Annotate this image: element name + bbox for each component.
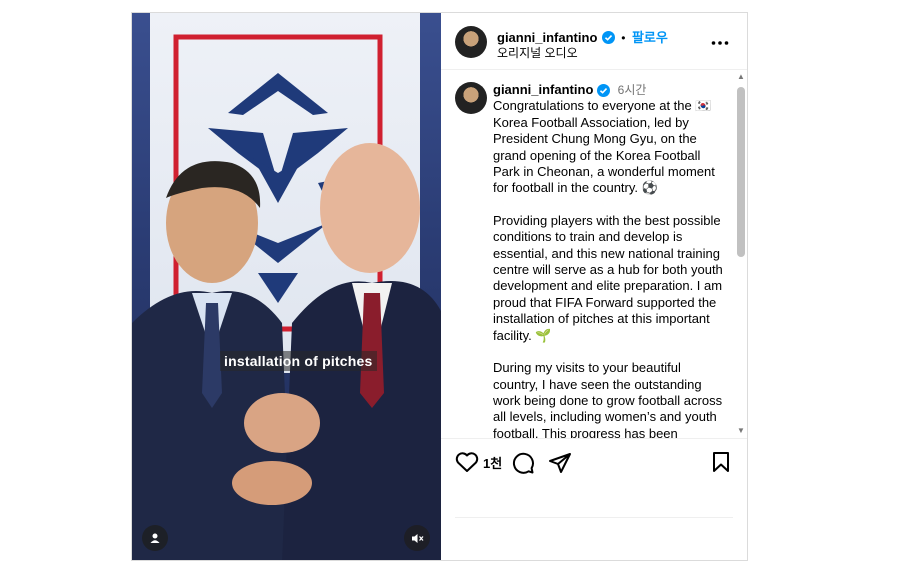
share-icon: [549, 453, 571, 473]
audio-label[interactable]: 오리지널 오디오: [497, 44, 578, 61]
comment-icon: [512, 452, 534, 474]
more-horizontal-icon: [711, 41, 729, 45]
actions-divider: [455, 517, 733, 518]
separator-dot: •: [621, 31, 626, 45]
like-group: 1천: [455, 451, 502, 473]
caption-username[interactable]: gianni_infantino: [493, 82, 593, 97]
volume-muted-icon: [411, 533, 423, 543]
bookmark-icon: [713, 452, 729, 472]
verified-badge-icon: [601, 31, 615, 45]
follow-button[interactable]: 팔로우: [632, 30, 668, 45]
person-icon: [150, 533, 160, 543]
header-username[interactable]: gianni_infantino: [497, 30, 597, 45]
verified-badge-icon: [597, 84, 611, 98]
post-media[interactable]: installation of pitches: [132, 13, 441, 560]
caption-header: gianni_infantino 6시간: [493, 82, 725, 98]
caption-scrollbar[interactable]: ▲ ▼: [737, 73, 745, 435]
profile-tag-button[interactable]: [142, 525, 168, 551]
comment-button[interactable]: [511, 451, 535, 475]
save-button[interactable]: [711, 451, 731, 473]
media-overlay-text: installation of pitches: [220, 351, 377, 371]
scroll-down-arrow-icon[interactable]: ▼: [737, 427, 745, 435]
caption-body: gianni_infantino 6시간 Congratulations to …: [493, 82, 725, 438]
share-button[interactable]: [548, 451, 572, 475]
scrollbar-thumb[interactable]: [737, 87, 745, 257]
heart-icon[interactable]: [455, 451, 479, 473]
caption-paragraph-3: During my visits to your beautiful count…: [493, 360, 726, 438]
scroll-up-arrow-icon[interactable]: ▲: [737, 73, 745, 81]
post-time[interactable]: 6시간: [618, 83, 647, 97]
sound-toggle-button[interactable]: [404, 525, 430, 551]
handshake: [232, 393, 320, 505]
post-container: installation of pitches gianni_infantino…: [131, 12, 748, 561]
caption-avatar[interactable]: [455, 82, 487, 114]
more-options-button[interactable]: [711, 30, 729, 51]
post-actions: 1천: [441, 438, 747, 558]
like-count[interactable]: 1천: [483, 453, 502, 472]
post-header: gianni_infantino • 팔로우 오리지널 오디오: [441, 13, 747, 70]
caption-paragraph-2: Providing players with the best possible…: [493, 212, 727, 343]
caption-paragraph-1: Congratulations to everyone at the 🇰🇷 Ko…: [493, 98, 719, 196]
avatar[interactable]: [455, 26, 487, 58]
caption-scroll-area[interactable]: gianni_infantino 6시간 Congratulations to …: [441, 70, 748, 438]
